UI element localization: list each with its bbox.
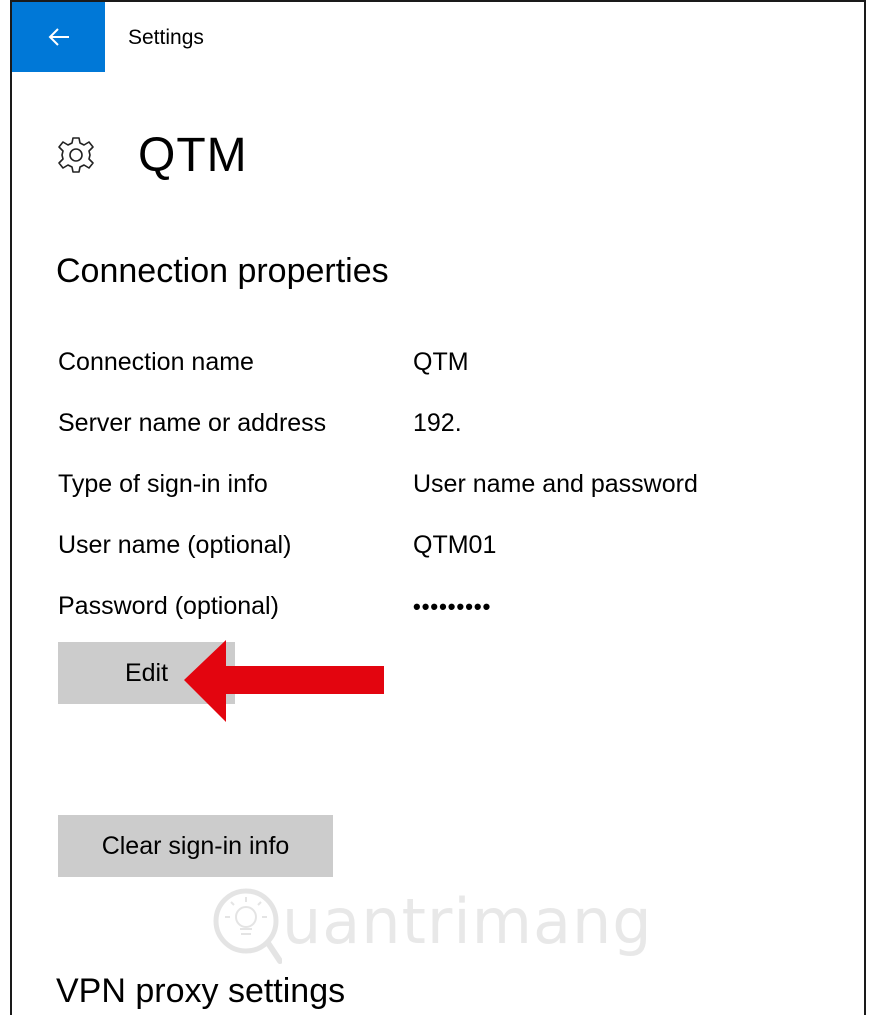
watermark-text: uantrimang [282, 885, 653, 958]
edit-button[interactable]: Edit [58, 642, 235, 704]
property-label: Server name or address [58, 409, 327, 437]
property-label: Password (optional) [58, 592, 279, 620]
property-value: User name and password [413, 470, 698, 498]
property-label: User name (optional) [58, 531, 292, 559]
property-value: 192. [413, 409, 462, 437]
back-arrow-icon [48, 28, 69, 46]
property-row-signin-type: Type of sign-in info User name and passw… [58, 454, 818, 515]
lightbulb-logo-icon [213, 888, 282, 964]
property-row-server-address: Server name or address 192. [58, 393, 818, 454]
page-header: QTM [56, 120, 248, 190]
password-value: ••••••••• [413, 593, 492, 619]
connection-properties-list: Connection name QTM Server name or addre… [58, 332, 818, 637]
property-row-connection-name: Connection name QTM [58, 332, 818, 393]
page-title: QTM [138, 128, 248, 182]
connection-properties-heading: Connection properties [56, 252, 389, 290]
clear-signin-info-button[interactable]: Clear sign-in info [58, 815, 333, 877]
property-row-password: Password (optional) ••••••••• [58, 576, 818, 637]
vpn-proxy-settings-heading: VPN proxy settings [56, 972, 346, 1010]
back-button[interactable] [12, 2, 105, 72]
property-value: QTM [413, 348, 469, 376]
property-row-user-name: User name (optional) QTM01 [58, 515, 818, 576]
app-title: Settings [128, 26, 204, 49]
settings-window: Settings QTM Connection properties Conne… [10, 0, 866, 1015]
property-label: Type of sign-in info [58, 470, 268, 498]
property-value: QTM01 [413, 531, 497, 559]
watermark: uantrimang [212, 877, 652, 972]
gear-icon [58, 137, 94, 173]
property-label: Connection name [58, 348, 254, 376]
title-bar: Settings [12, 2, 864, 72]
